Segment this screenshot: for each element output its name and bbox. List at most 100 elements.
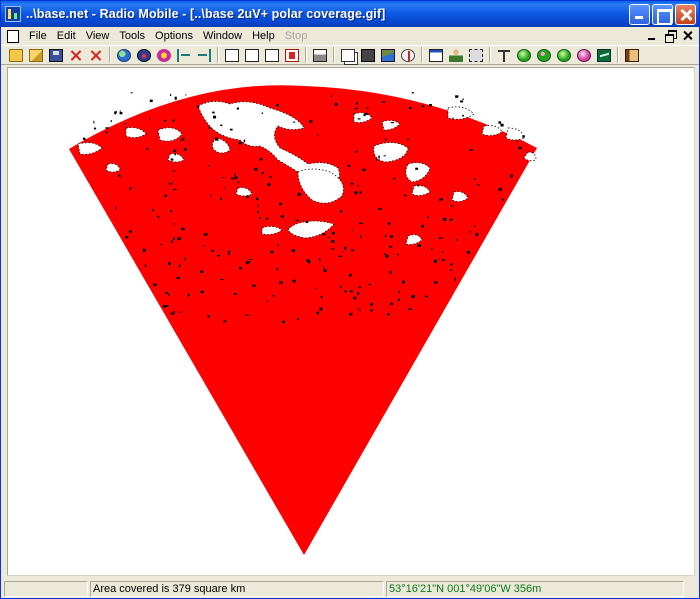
obstruction-pixel — [180, 139, 184, 141]
frame-button[interactable] — [466, 46, 485, 64]
mdi-controls — [645, 29, 695, 43]
obstruction-pixel — [227, 251, 231, 253]
compass-button[interactable] — [398, 46, 417, 64]
obstruction-pixel — [387, 313, 390, 316]
book-button[interactable] — [622, 46, 641, 64]
obstruction-pixel — [460, 100, 464, 103]
obstruction-pixel — [220, 197, 222, 201]
coverage-map-canvas[interactable] — [7, 67, 695, 576]
menu-edit[interactable]: Edit — [52, 28, 81, 44]
coverage-button[interactable] — [154, 46, 173, 64]
toolbar-separator — [617, 47, 619, 63]
obstruction-pixel — [316, 311, 320, 315]
mdi-restore-icon[interactable] — [663, 29, 677, 43]
close-button[interactable] — [675, 4, 696, 25]
obstruction-pixel — [211, 250, 215, 252]
new-picture-button[interactable] — [222, 46, 241, 64]
obstruction-pixel — [261, 112, 263, 114]
mdi-close-icon[interactable] — [681, 29, 695, 42]
obstruction-pixel — [170, 210, 173, 212]
merge-pictures-button[interactable] — [134, 46, 153, 64]
toolbar-separator — [109, 47, 111, 63]
mdi-minimize-icon[interactable] — [645, 29, 659, 42]
book-icon — [624, 48, 639, 62]
obstruction-pixel — [130, 92, 133, 94]
obstruction-pixel — [516, 140, 518, 143]
obstruction-pixel — [408, 308, 412, 310]
obstruction-pixel — [404, 194, 407, 197]
document-icon[interactable] — [7, 29, 19, 43]
obstruction-pixel — [214, 137, 219, 141]
antenna-button[interactable] — [494, 46, 513, 64]
obstruction-pixel — [114, 111, 117, 115]
print-button[interactable] — [310, 46, 329, 64]
export-picture-button[interactable] — [282, 46, 301, 64]
obstruction-pixel — [421, 224, 425, 228]
menu-file[interactable]: File — [24, 28, 52, 44]
obstruction-pixel — [322, 233, 326, 236]
obstruction-pixel — [234, 173, 236, 176]
print-icon — [312, 48, 327, 62]
obstruction-pixel — [128, 230, 133, 233]
arrow-right-button[interactable] — [194, 46, 213, 64]
obstruction-pixel — [197, 247, 199, 249]
globe-button[interactable] — [114, 46, 133, 64]
obstruction-pixel — [357, 307, 360, 310]
obstruction-pixel — [476, 184, 480, 186]
add-unit-button[interactable] — [86, 46, 105, 64]
close-network-button[interactable] — [66, 46, 85, 64]
obstruction-pixel — [522, 135, 525, 138]
terrain-button[interactable] — [378, 46, 397, 64]
new-network-button[interactable] — [6, 46, 25, 64]
window-button[interactable] — [426, 46, 445, 64]
interference-button[interactable] — [554, 46, 573, 64]
obstruction-pixel — [415, 167, 419, 170]
obstruction-pixel — [245, 314, 249, 316]
open-network-button[interactable] — [26, 46, 45, 64]
obstruction-pixel — [142, 248, 146, 252]
menu-tools[interactable]: Tools — [114, 28, 150, 44]
obstruction-pixel — [342, 251, 344, 253]
obstruction-pixel — [177, 237, 181, 241]
new-picture-icon — [224, 48, 239, 62]
obstruction-pixel — [314, 288, 316, 290]
obstruction-pixel — [320, 295, 323, 298]
obstruction-pixel — [349, 290, 354, 293]
menu-help[interactable]: Help — [247, 28, 280, 44]
minimize-button[interactable] — [629, 4, 650, 25]
arrow-right-icon — [197, 48, 211, 62]
copy-button[interactable] — [338, 46, 357, 64]
star-button[interactable] — [574, 46, 593, 64]
coverage-ball-button[interactable] — [534, 46, 553, 64]
arrow-left-button[interactable] — [174, 46, 193, 64]
maximize-button[interactable] — [652, 4, 673, 25]
obstruction-pixel — [309, 120, 313, 123]
obstruction-pixel — [323, 266, 325, 269]
status-area-covered: Area covered is 379 square km — [90, 580, 384, 597]
menu-view[interactable]: View — [81, 28, 115, 44]
paste-stack-button[interactable] — [358, 46, 377, 64]
obstruction-pixel — [354, 191, 358, 195]
window-title: ..\base.net - Radio Mobile - [..\base 2u… — [26, 7, 386, 21]
coverage-sector — [69, 85, 537, 555]
radio-link-icon — [516, 48, 531, 62]
obstruction-pixel — [119, 110, 121, 112]
obstruction-pixel — [296, 318, 299, 321]
obstruction-pixel — [518, 146, 522, 150]
obstruction-pixel — [450, 205, 454, 207]
copy-picture-button[interactable] — [262, 46, 281, 64]
open-picture-button[interactable] — [242, 46, 261, 64]
radio-mobile-app-icon[interactable] — [5, 6, 21, 22]
obstruction-pixel — [323, 269, 327, 272]
radio-link-button[interactable] — [514, 46, 533, 64]
menu-window[interactable]: Window — [198, 28, 247, 44]
obstruction-pixel — [220, 124, 223, 127]
menu-options[interactable]: Options — [150, 28, 198, 44]
obstruction-pixel — [256, 197, 259, 201]
save-network-button[interactable] — [46, 46, 65, 64]
obstruction-pixel — [149, 99, 153, 103]
person-button[interactable] — [446, 46, 465, 64]
elevation-chart-button[interactable] — [594, 46, 613, 64]
obstruction-pixel — [334, 102, 338, 106]
title-bar[interactable]: ..\base.net - Radio Mobile - [..\base 2u… — [1, 1, 699, 27]
